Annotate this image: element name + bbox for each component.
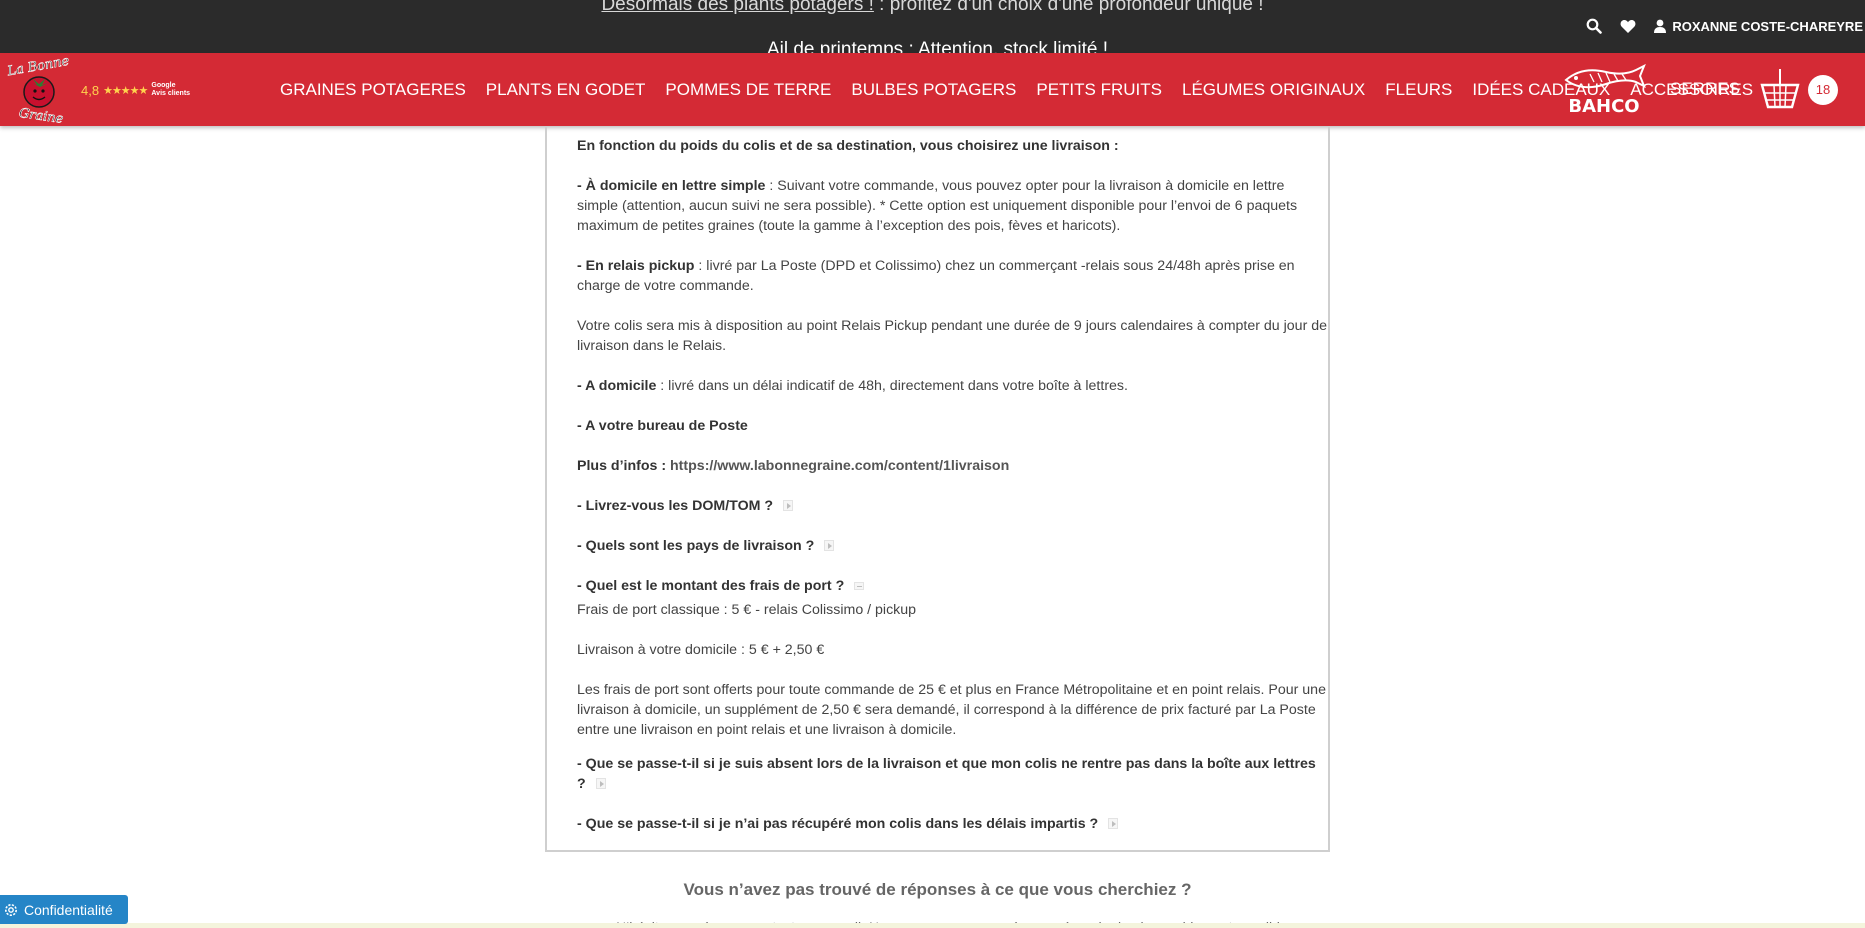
cart-basket-icon[interactable]	[1758, 67, 1802, 111]
faq-question-pays[interactable]: - Quels sont les pays de livraison ?	[577, 536, 1327, 556]
faq-question-absent[interactable]: - Que se passe-t-il si je suis absent lo…	[577, 754, 1327, 794]
privacy-label: Confidentialité	[24, 901, 113, 918]
rating-score: 4,8	[81, 82, 100, 98]
header-utilities: ROXANNE COSTE-CHAREYRE	[1586, 18, 1863, 34]
expand-arrow-icon[interactable]	[824, 540, 835, 551]
nav-item-petits-fruits[interactable]: PETITS FRUITS	[1026, 80, 1172, 100]
expand-arrow-icon[interactable]	[1108, 818, 1119, 829]
nav-item-pommes-de-terre[interactable]: POMMES DE TERRE	[655, 80, 841, 100]
faq-more-info: Plus d’infos : https://www.labonnegraine…	[577, 458, 1010, 474]
faq-answer-frais-2: Livraison à votre domicile : 5 € + 2,50 …	[577, 642, 825, 658]
user-icon	[1654, 19, 1667, 33]
category-menu: GRAINES POTAGERES PLANTS EN GODET POMMES…	[270, 53, 1763, 126]
faq-question-domtom[interactable]: - Livrez-vous les DOM/TOM ?	[577, 496, 1327, 516]
nav-item-serres[interactable]: SERRES	[1670, 79, 1740, 99]
rating-source-line1: Google	[151, 82, 176, 89]
faq-option-relay: - En relais pickup : livré par La Poste …	[577, 258, 1295, 294]
gear-icon	[5, 903, 17, 916]
faq-relay-note: Votre colis sera mis à disposition au po…	[577, 318, 1328, 354]
rating-source: Google Avis clients	[151, 82, 190, 98]
announcement-text: : profitez d'un choix d'une profondeur u…	[873, 0, 1264, 15]
main-nav: La Bonne Graine 4,8 ★★★★★ Google Avis cl…	[0, 53, 1865, 127]
rating-stars: ★★★★★	[103, 84, 148, 97]
nav-item-graines-potageres[interactable]: GRAINES POTAGERES	[270, 80, 476, 100]
faq-question-delais[interactable]: - Que se passe-t-il si je n’ai pas récup…	[577, 814, 1327, 834]
announcement-link[interactable]: Désormais des plants potagers !	[601, 0, 873, 15]
privacy-button[interactable]: Confidentialité	[0, 895, 128, 924]
user-name: ROXANNE COSTE-CHAREYRE	[1672, 18, 1863, 34]
expand-arrow-icon[interactable]	[783, 500, 794, 511]
rating-source-line2: Avis clients	[151, 90, 191, 97]
cart-count-badge[interactable]: 18	[1808, 75, 1838, 105]
nav-item-bulbes-potagers[interactable]: BULBES POTAGERS	[841, 80, 1026, 100]
faq-question-frais[interactable]: - Quel est le montant des frais de port …	[577, 576, 1327, 596]
faq-answer-frais-3: Les frais de port sont offerts pour tout…	[577, 682, 1326, 738]
faq-answer-frais-1: Frais de port classique : 5 € - relais C…	[577, 602, 917, 618]
heart-icon[interactable]	[1620, 19, 1636, 34]
bahco-text: BAHCO	[1568, 96, 1639, 117]
faq-content: En fonction du poids du colis et de sa d…	[577, 136, 1327, 854]
expand-arrow-icon[interactable]	[595, 778, 606, 789]
customer-rating[interactable]: 4,8 ★★★★★ Google Avis clients	[81, 82, 190, 98]
announcement-bar: Désormais des plants potagers ! : profit…	[0, 0, 1865, 60]
site-logo[interactable]: La Bonne Graine	[4, 53, 74, 127]
not-found-heading: Vous n’avez pas trouvé de réponses à ce …	[683, 880, 1192, 899]
faq-option-letter: - À domicile en lettre simple : Suivant …	[577, 178, 1298, 234]
bahco-logo[interactable]: BAHCO	[1560, 62, 1648, 118]
nav-item-legumes-originaux[interactable]: LÉGUMES ORIGINAUX	[1172, 80, 1375, 100]
announcement-primary: Désormais des plants potagers ! : profit…	[0, 0, 1865, 16]
more-info-link[interactable]: https://www.labonnegraine.com/content/1l…	[670, 458, 1009, 474]
faq-intro: En fonction du poids du colis et de sa d…	[577, 138, 1119, 154]
faq-option-home: - A domicile : livré dans un délai indic…	[577, 378, 1128, 394]
nav-item-fleurs[interactable]: FLEURS	[1375, 80, 1462, 100]
collapse-icon[interactable]	[854, 582, 865, 590]
nav-item-plants-en-godet[interactable]: PLANTS EN GODET	[476, 80, 656, 100]
svg-text:La Bonne: La Bonne	[5, 57, 70, 80]
user-account[interactable]: ROXANNE COSTE-CHAREYRE	[1654, 19, 1863, 34]
faq-option-post-office: - A votre bureau de Poste	[577, 418, 748, 434]
svg-text:Graine: Graine	[18, 106, 65, 123]
bottom-strip	[0, 923, 1865, 928]
search-icon[interactable]	[1586, 18, 1603, 34]
